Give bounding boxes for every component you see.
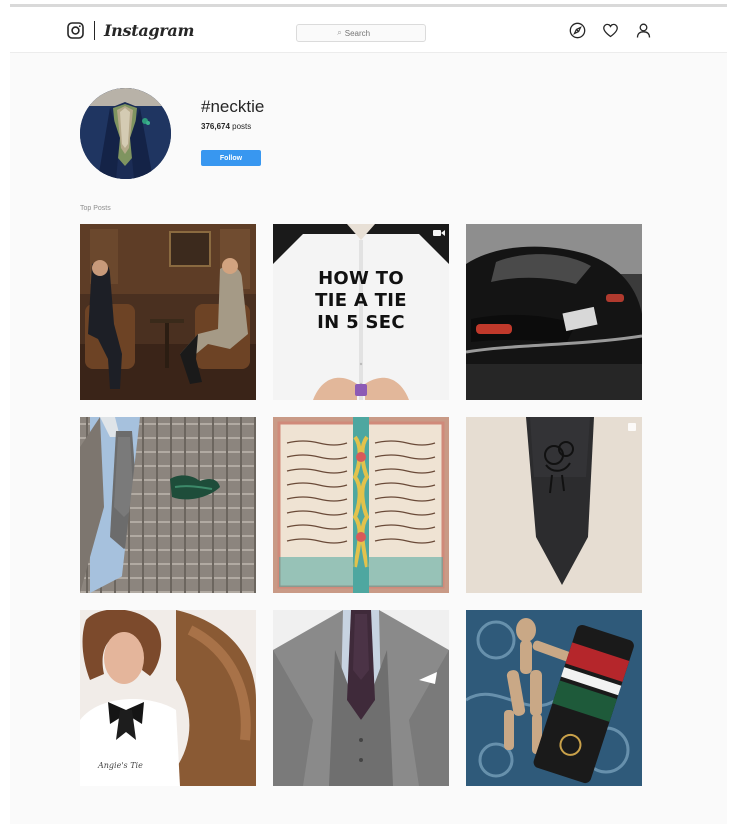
- search-icon: ⌕: [337, 28, 342, 37]
- caption-line-2: TIE A TIE: [315, 290, 407, 311]
- user-icon[interactable]: [635, 22, 652, 39]
- hashtag-page: #necktie 376,674 posts Follow Top Posts: [10, 53, 727, 824]
- caption-line-3: IN 5 SEC: [317, 312, 405, 333]
- avatar-image: [80, 88, 171, 179]
- post-tile-5[interactable]: [273, 417, 449, 593]
- posts-count: 376,674 posts: [201, 122, 251, 131]
- nav-icon-group: [569, 22, 652, 39]
- post-watermark: Angie's Tie: [98, 761, 143, 770]
- top-navigation-bar: Instagram ⌕: [10, 9, 727, 53]
- browser-top-border: [10, 4, 727, 7]
- post-image-illuminated-manuscript: [273, 417, 449, 593]
- post-image-plaid-jacket-tie: [80, 417, 256, 593]
- post-tile-1[interactable]: [80, 224, 256, 400]
- search-input[interactable]: [344, 28, 385, 38]
- post-tile-8[interactable]: [273, 610, 449, 786]
- heart-icon[interactable]: [602, 22, 619, 39]
- post-tile-6[interactable]: [466, 417, 642, 593]
- post-image-striped-tie-mannequin: [466, 610, 642, 786]
- post-image-grey-suit-vest: [273, 610, 449, 786]
- camera-logo-icon: [67, 22, 84, 39]
- post-image-two-men-in-study: [80, 224, 256, 400]
- hashtag-avatar: [80, 88, 171, 179]
- compass-icon[interactable]: [569, 22, 586, 39]
- posts-count-number: 376,674: [201, 122, 230, 131]
- logo-divider: [94, 21, 95, 40]
- post-tile-3[interactable]: [466, 224, 642, 400]
- post-tile-9[interactable]: [466, 610, 642, 786]
- post-tile-2[interactable]: HOW TO TIE A TIE IN 5 SEC: [273, 224, 449, 400]
- hashtag-title: #necktie: [201, 97, 265, 116]
- instagram-logo[interactable]: Instagram: [67, 21, 194, 40]
- post-tile-7[interactable]: Angie's Tie: [80, 610, 256, 786]
- posts-count-suffix: posts: [232, 122, 252, 131]
- caption-line-1: HOW TO: [318, 268, 404, 289]
- top-posts-label: Top Posts: [80, 205, 111, 212]
- post-image-black-car: [466, 224, 642, 400]
- post-tile-4[interactable]: [80, 417, 256, 593]
- post-image-embroidered-tie: [466, 417, 642, 593]
- post-image-woman-bow-tie: [80, 610, 256, 786]
- instagram-wordmark: Instagram: [104, 21, 195, 40]
- video-caption: HOW TO TIE A TIE IN 5 SEC: [273, 268, 449, 334]
- follow-button[interactable]: Follow: [201, 150, 261, 166]
- search-bar[interactable]: ⌕: [296, 24, 426, 42]
